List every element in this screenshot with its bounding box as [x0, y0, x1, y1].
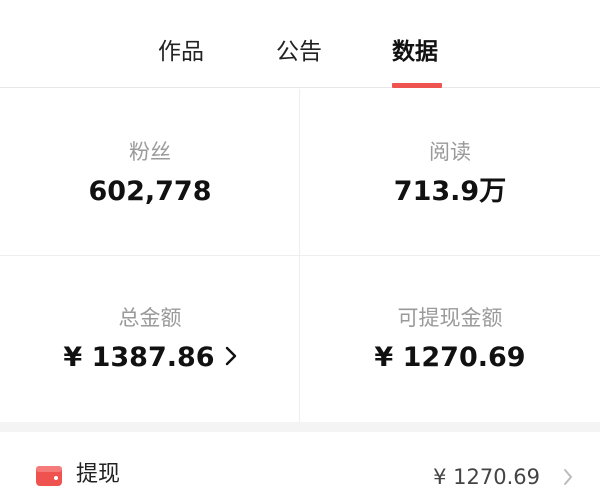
total-amount-value-row: ¥ 1387.86	[63, 339, 236, 377]
section-separator	[0, 422, 600, 432]
total-amount-value: ¥ 1387.86	[63, 342, 215, 373]
withdrawable-amount-value: ¥ 1270.69	[374, 342, 526, 373]
active-tab-indicator	[392, 83, 442, 88]
total-amount-label: 总金额	[118, 306, 182, 330]
withdraw-label: 提现	[76, 462, 121, 487]
reads-stat: 阅读 713.9万	[300, 137, 600, 211]
tab-data[interactable]: 数据	[392, 32, 438, 72]
tab-works[interactable]: 作品	[158, 32, 204, 72]
wallet-icon	[36, 464, 62, 486]
withdrawable-amount-stat: 可提现金额 ¥ 1270.69	[300, 303, 600, 377]
reads-label: 阅读	[429, 140, 471, 164]
horizontal-divider	[0, 255, 600, 256]
fans-label: 粉丝	[129, 140, 171, 164]
tab-announcements[interactable]: 公告	[276, 32, 322, 72]
withdraw-row[interactable]: 提现 ¥ 1270.69	[0, 432, 600, 500]
tab-bar: 作品 公告 数据	[0, 0, 600, 88]
withdrawable-amount-label: 可提现金额	[397, 306, 503, 330]
fans-value: 602,778	[88, 176, 212, 207]
chevron-right-icon	[563, 468, 573, 490]
total-amount-stat[interactable]: 总金额 ¥ 1387.86	[0, 303, 300, 377]
stats-grid: 粉丝 602,778 阅读 713.9万 总金额 ¥ 1387.86 可提现金额…	[0, 89, 600, 422]
chevron-right-icon	[225, 339, 237, 377]
fans-stat: 粉丝 602,778	[0, 137, 300, 211]
reads-value: 713.9万	[393, 176, 507, 207]
withdraw-amount: ¥ 1270.69	[433, 465, 540, 489]
